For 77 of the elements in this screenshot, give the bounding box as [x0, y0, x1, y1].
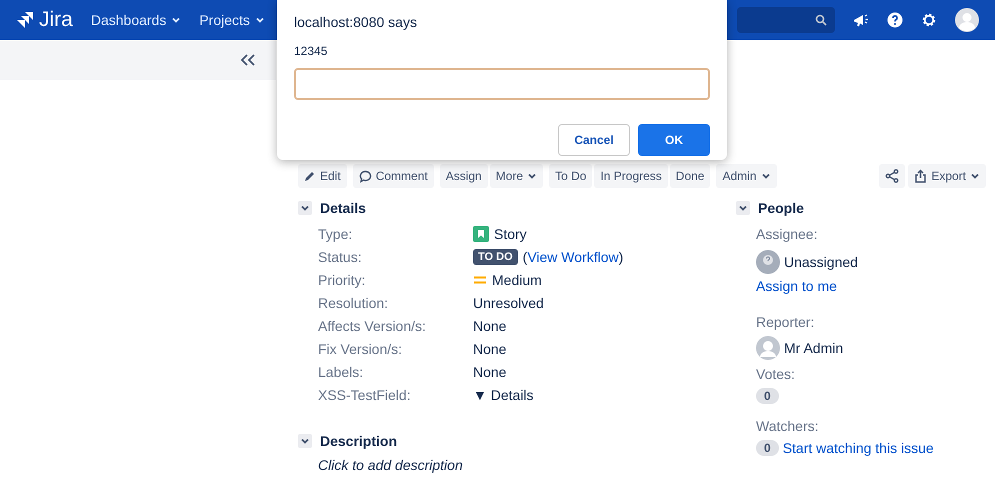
field-label: Type: [318, 226, 354, 242]
prompt-input[interactable] [294, 68, 710, 100]
chevron-icon [738, 203, 748, 213]
disclosure-summary[interactable]: ▼ Details [473, 387, 534, 403]
caret-icon [527, 171, 538, 181]
status-lozenge: TO DO [473, 249, 518, 265]
vote-count: 0 [756, 388, 779, 404]
collapse-toggle[interactable] [736, 201, 750, 215]
pencil-icon [304, 170, 316, 182]
dialog-button[interactable]: OK [638, 124, 710, 156]
logo-icon [16, 11, 34, 29]
field-value: Story [494, 226, 527, 242]
toolbar-button[interactable]: Assign [440, 164, 488, 188]
collapse-sidebar-icon[interactable] [240, 54, 256, 66]
settings-icon[interactable] [921, 12, 937, 28]
collapse-toggle[interactable] [298, 434, 312, 448]
collapse-toggle[interactable] [298, 201, 312, 215]
section-title: Details [320, 200, 366, 216]
avatar-icon[interactable] [955, 8, 979, 32]
megaphone-icon[interactable] [853, 13, 869, 27]
search-icon [815, 14, 827, 26]
section-title: Description [320, 433, 398, 449]
field-label: Priority: [318, 272, 366, 288]
toolbar-button[interactable]: In Progress [594, 164, 668, 188]
field-value: Medium [492, 272, 542, 288]
field-value: None [473, 364, 506, 380]
toolbar-button[interactable]: To Do [549, 164, 592, 188]
field-label: Fix Version/s: [318, 341, 404, 357]
toolbar-button[interactable]: Export [908, 164, 986, 188]
bookmark-icon [473, 226, 489, 242]
share-icon [885, 169, 900, 183]
toolbar-button[interactable]: Edit [298, 164, 347, 188]
chevron-icon [300, 203, 310, 213]
toolbar-button[interactable]: Comment [352, 164, 434, 188]
share-button[interactable] [879, 164, 906, 188]
toolbar-button[interactable]: Admin [716, 164, 776, 188]
watch-link[interactable]: Start watching this issue [782, 440, 934, 456]
assign-to-me-link[interactable]: Assign to me [756, 278, 837, 294]
caret-icon [254, 15, 265, 25]
workflow-link[interactable]: View Workflow [527, 249, 619, 265]
caret-icon [760, 171, 770, 181]
field-label: Votes: [756, 366, 795, 382]
field-label: Resolution: [318, 295, 390, 311]
dialog-title: localhost:8080 says [294, 14, 418, 30]
priority-icon [473, 275, 487, 285]
comment-icon [358, 170, 372, 182]
chevron-icon [300, 436, 310, 446]
watcher-count: 0 [756, 440, 779, 456]
field-value: None [473, 318, 506, 334]
caret-icon [171, 15, 182, 25]
field-label: Reporter: [756, 314, 814, 330]
field-label: Watchers: [756, 418, 818, 434]
unknown-user-icon [756, 250, 780, 274]
dialog-button[interactable]: Cancel [558, 124, 630, 156]
field-label: Labels: [318, 364, 364, 380]
caret-icon [970, 171, 980, 181]
field-label: Status: [318, 249, 363, 265]
field-value: None [473, 341, 506, 357]
logo-text: Jira [39, 8, 73, 32]
help-icon[interactable] [887, 12, 903, 28]
dialog-message: 12345 [294, 44, 328, 58]
field-value: (View Workflow) [522, 249, 624, 265]
field-label: XSS-TestField: [318, 387, 412, 403]
nav-menu[interactable]: Dashboards [90, 12, 182, 28]
toolbar-button[interactable]: Done [670, 164, 710, 188]
reporter-name: Mr Admin [784, 340, 844, 356]
export-icon [914, 169, 928, 183]
assignee-name: Unassigned [784, 254, 858, 270]
field-label: Affects Version/s: [318, 318, 427, 334]
nav-menu[interactable]: Projects [199, 12, 265, 28]
description-placeholder[interactable]: Click to add description [318, 457, 736, 473]
search-field[interactable] [737, 7, 835, 33]
user-avatar-icon [756, 336, 780, 360]
field-label: Assignee: [756, 226, 818, 242]
field-value: Unresolved [473, 295, 544, 311]
section-title: People [758, 200, 804, 216]
toolbar-button[interactable]: More [490, 164, 544, 188]
